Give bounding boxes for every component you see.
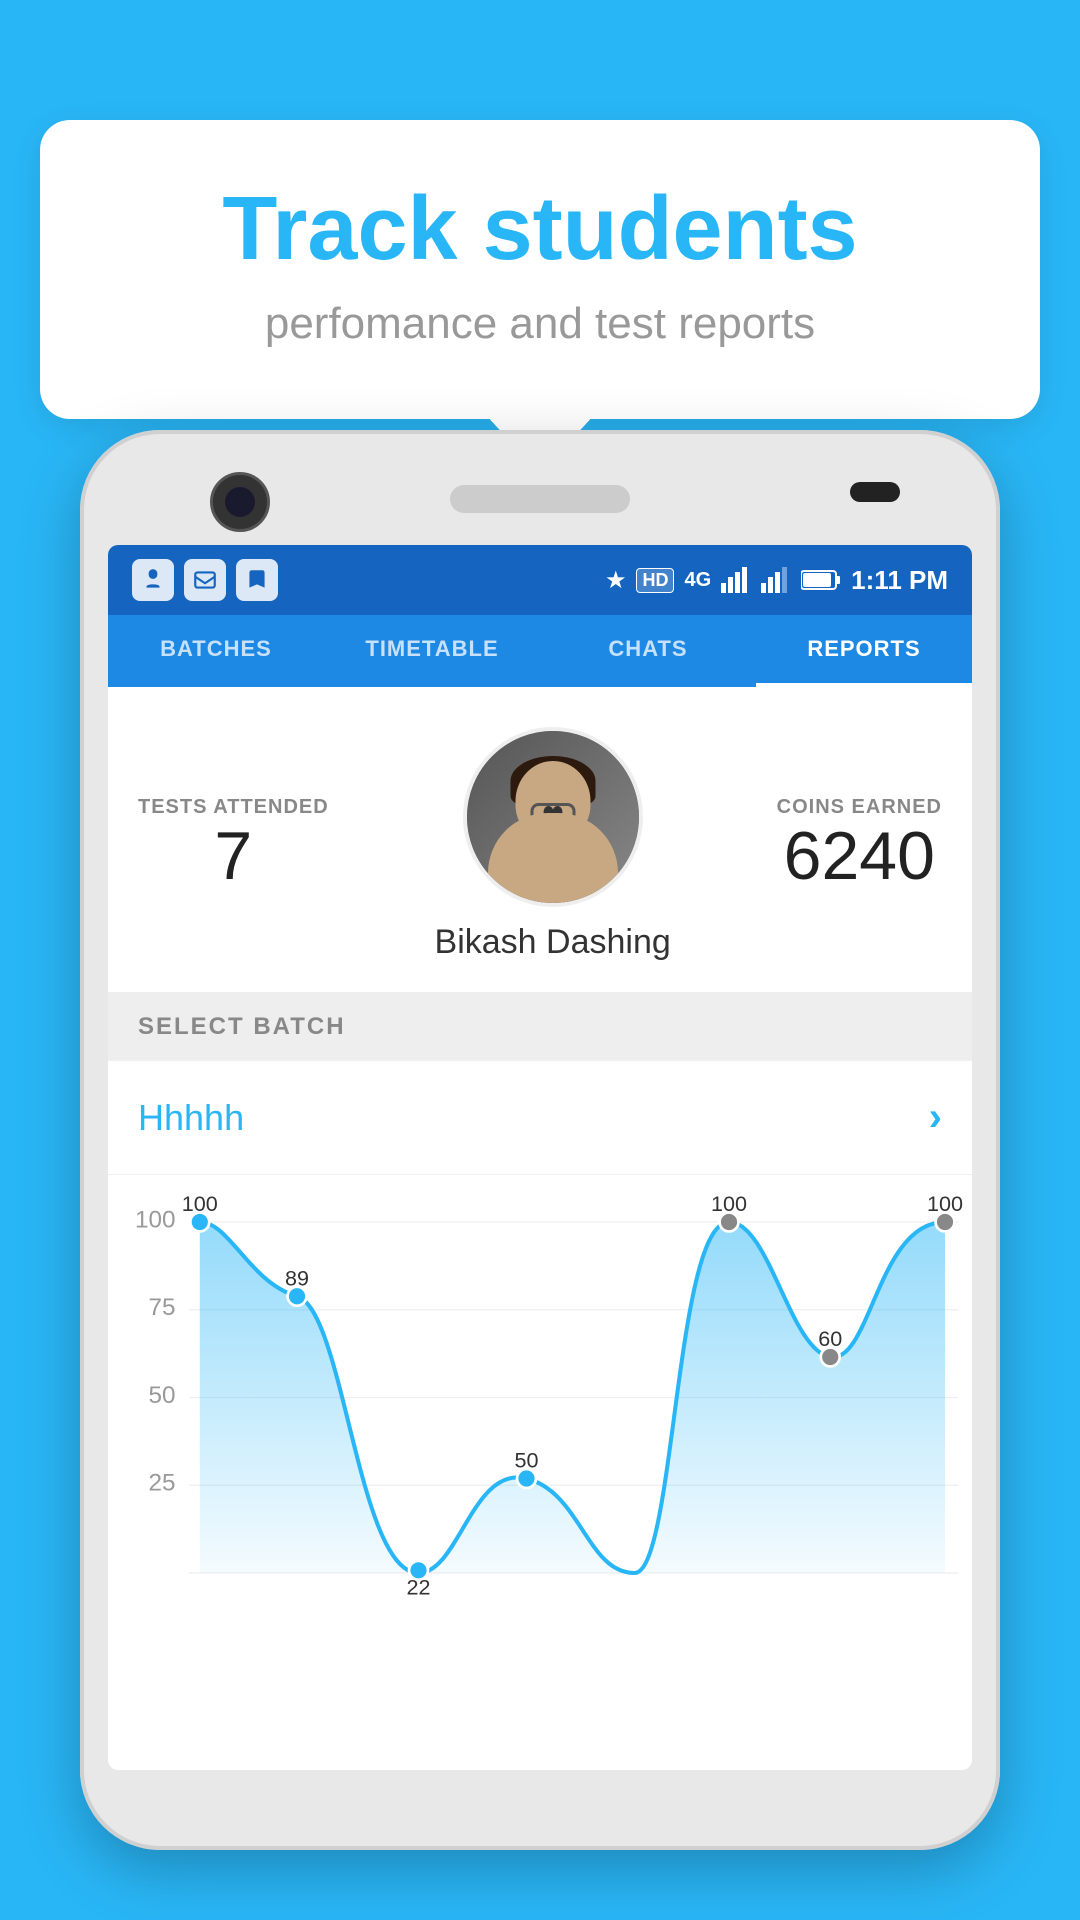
- chart-label-4: 50: [514, 1448, 538, 1473]
- svg-text:100: 100: [135, 1206, 176, 1233]
- coins-earned-block: COINS EARNED 6240: [777, 796, 942, 894]
- bluetooth-icon: ★: [605, 566, 627, 595]
- tab-timetable[interactable]: TIMETABLE: [324, 615, 540, 687]
- user-stats-section: TESTS ATTENDED 7: [108, 687, 972, 993]
- tests-attended-label: TESTS ATTENDED: [138, 796, 329, 819]
- svg-text:25: 25: [148, 1470, 175, 1497]
- chart-label-5: 100: [711, 1195, 747, 1216]
- status-icons-left: [132, 559, 278, 601]
- status-bar: ★ HD 4G: [108, 545, 972, 615]
- avatar: [463, 727, 643, 907]
- status-time: 1:11 PM: [851, 565, 948, 596]
- signal-icon-2: [761, 567, 791, 593]
- person-body: [488, 813, 618, 903]
- tab-batches[interactable]: BATCHES: [108, 615, 324, 687]
- tests-attended-block: TESTS ATTENDED 7: [138, 796, 329, 894]
- chart-label-1: 100: [182, 1195, 218, 1216]
- user-name: Bikash Dashing: [435, 923, 671, 962]
- coins-earned-label: COINS EARNED: [777, 796, 942, 819]
- phone-screen: ★ HD 4G: [108, 545, 972, 1770]
- notification-icon-1: [132, 559, 174, 601]
- hd-badge: HD: [636, 568, 674, 593]
- svg-text:50: 50: [148, 1382, 175, 1409]
- battery-icon: [801, 569, 841, 591]
- phone-mockup: ★ HD 4G: [80, 430, 1000, 1920]
- chart-label-2: 89: [285, 1265, 309, 1290]
- coins-earned-value: 6240: [777, 819, 942, 894]
- proximity-sensor: [850, 482, 900, 502]
- bubble-title: Track students: [120, 180, 960, 279]
- notification-icon-2: [184, 559, 226, 601]
- chevron-right-icon: ›: [929, 1095, 942, 1140]
- tab-reports[interactable]: REPORTS: [756, 615, 972, 687]
- chart-label-7: 100: [927, 1195, 963, 1216]
- avatar-placeholder: [467, 731, 639, 903]
- signal-icon: [721, 567, 751, 593]
- chart-label-6: 60: [818, 1326, 842, 1351]
- status-icons-right: ★ HD 4G: [605, 565, 948, 596]
- select-batch-header: SELECT BATCH: [108, 993, 972, 1061]
- speaker: [450, 485, 630, 513]
- avatar-section: Bikash Dashing: [329, 727, 777, 962]
- tests-attended-value: 7: [138, 819, 329, 894]
- batch-name: Hhhhh: [138, 1097, 244, 1139]
- front-camera: [210, 472, 270, 532]
- notification-icon-3: [236, 559, 278, 601]
- chart-label-3: 22: [406, 1575, 430, 1600]
- phone-body: ★ HD 4G: [80, 430, 1000, 1850]
- bubble-subtitle: perfomance and test reports: [120, 299, 960, 349]
- performance-chart: 100 75 50 25: [108, 1195, 972, 1627]
- select-batch-label: SELECT BATCH: [138, 1013, 346, 1040]
- chart-area: 100 75 50 25: [108, 1175, 972, 1632]
- batch-item[interactable]: Hhhhh ›: [108, 1061, 972, 1175]
- network-badge: 4G: [684, 569, 711, 592]
- camera-lens: [225, 487, 255, 517]
- speech-bubble: Track students perfomance and test repor…: [40, 120, 1040, 419]
- svg-text:75: 75: [148, 1294, 175, 1321]
- tab-chats[interactable]: CHATS: [540, 615, 756, 687]
- nav-tabs: BATCHES TIMETABLE CHATS REPORTS: [108, 615, 972, 687]
